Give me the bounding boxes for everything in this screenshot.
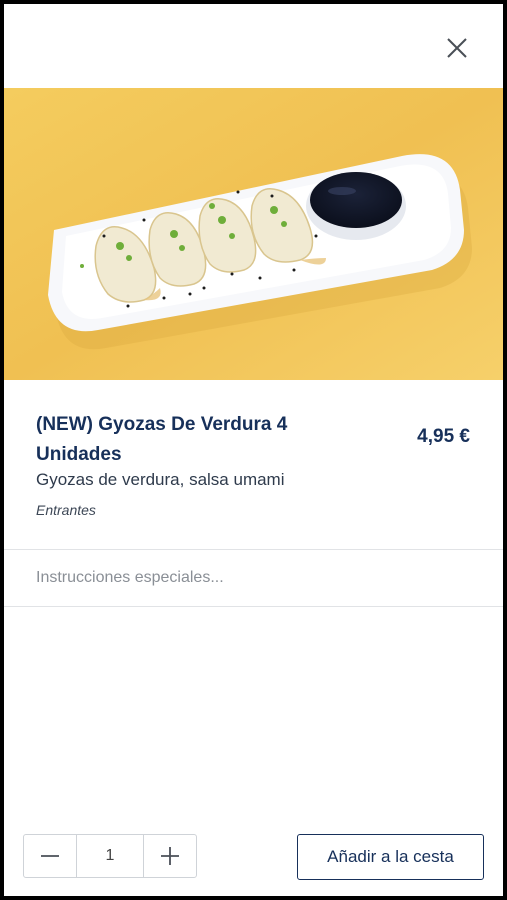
minus-icon [41,855,59,857]
special-instructions-input[interactable] [4,550,503,606]
close-icon [447,38,467,58]
quantity-stepper: 1 [23,834,197,878]
add-to-cart-button[interactable]: Añadir a la cesta [297,834,484,880]
increment-button[interactable] [144,835,196,877]
product-image [4,88,503,380]
decrement-button[interactable] [24,835,76,877]
product-price: 4,95 € [417,426,470,447]
close-button[interactable] [440,31,474,65]
product-description: Gyozas de verdura, salsa umami [36,470,285,489]
product-category: Entrantes [36,502,96,518]
product-modal: (NEW) Gyozas De Verdura 4 Unidades 4,95 … [4,4,503,896]
product-title: (NEW) Gyozas De Verdura 4 Unidades [36,414,288,465]
quantity-value: 1 [76,835,144,877]
plus-icon [161,847,179,865]
special-instructions-field [4,549,503,607]
